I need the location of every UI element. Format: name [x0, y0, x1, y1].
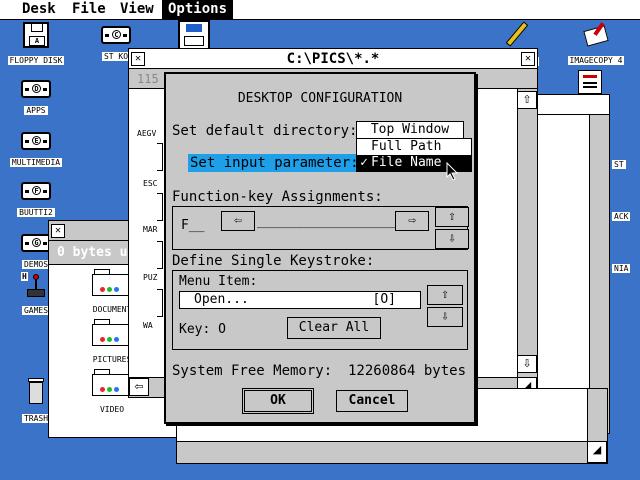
desktop-partial-label: ST [612, 160, 626, 169]
folder-label: DOCUMENT [90, 305, 134, 314]
menu-item-shortcut: [O] [372, 292, 396, 307]
desktop-icon-label: BUUTTI2 [17, 208, 55, 217]
trash-can-icon [26, 378, 46, 406]
desktop-icon-apps[interactable]: D APPS [0, 80, 72, 117]
close-icon[interactable]: ✕ [131, 52, 145, 66]
desktop-icon-label: IMAGECOPY 4 [567, 56, 625, 65]
desktop-partial-label: ACK [612, 212, 631, 221]
keystroke-up-icon[interactable]: ⇧ [427, 285, 463, 305]
function-key-label: Function-key Assignments: [172, 189, 383, 205]
file-item[interactable]: AEGV [137, 129, 156, 138]
checkmark-icon: ✓ [360, 155, 368, 170]
desktop-icon-buutti2[interactable]: F BUUTTI2 [0, 182, 72, 219]
folder-label: VIDEO [97, 405, 127, 414]
keystroke-group: Menu Item: Open... [O] ⇧ ⇩ Key: O Clear … [172, 270, 468, 350]
menu-item-field[interactable]: Open... [O] [179, 291, 421, 309]
desktop-icon-label: DEMOS [21, 260, 51, 269]
folder-icon [92, 269, 132, 297]
joystick-icon: H [21, 272, 51, 298]
close-icon[interactable]: ✕ [51, 224, 65, 238]
function-key-field[interactable]: __________________ [257, 215, 395, 229]
hard-drive-icon: F [21, 182, 51, 200]
key-label: Key: O [179, 322, 226, 337]
default-directory-select[interactable]: Top Window [356, 121, 464, 139]
desktop-icon-label: APPS [24, 106, 48, 115]
hard-drive-icon: D [21, 80, 51, 98]
vertical-scrollbar[interactable]: ⇧ ⇩ [517, 89, 537, 377]
folder-icon [92, 319, 132, 347]
window-titlebar[interactable]: ✕ C:\PICS\*.* ✕ [129, 49, 537, 69]
file-icon-edge [157, 143, 163, 171]
file-icon-edge [157, 193, 163, 221]
menu-desk[interactable]: Desk [16, 0, 62, 19]
system-free-memory-value: 12260864 bytes [348, 363, 467, 379]
file-item[interactable]: PUZ [143, 273, 157, 282]
default-directory-label: Set default directory: [172, 123, 358, 139]
fullscreen-icon[interactable]: ✕ [521, 52, 535, 66]
keystroke-down-icon[interactable]: ⇩ [427, 307, 463, 327]
input-parameter-label: Set input parameter: [188, 154, 361, 172]
menu-bar: Desk File View Options [0, 0, 640, 20]
floppy-disk-icon: A [23, 22, 49, 48]
folder-label: PICTURES [90, 355, 134, 364]
desktop-configuration-dialog: DESKTOP CONFIGURATION Set default direct… [164, 72, 476, 424]
desktop-icon-label: TRASH [21, 414, 51, 423]
ok-button[interactable]: OK [242, 388, 314, 414]
fkey-down-icon[interactable]: ⇩ [435, 229, 469, 249]
single-keystroke-label: Define Single Keystroke: [172, 253, 375, 269]
desktop-icon-label: FLOPPY DISK [7, 56, 65, 65]
function-key-value: F__ [181, 218, 205, 233]
menu-view[interactable]: View [114, 0, 160, 19]
menu-item-value: Open... [194, 292, 249, 307]
folder-icon [92, 369, 132, 397]
desktop-icon-imagecopy[interactable]: IMAGECOPY 4 [560, 22, 632, 67]
clear-all-button[interactable]: Clear All [287, 317, 381, 339]
window-title: C:\PICS\*.* [286, 51, 380, 67]
scroll-up-icon[interactable]: ⇧ [517, 91, 537, 109]
function-key-group: F__ ⇦ __________________ ⇨ ⇧ ⇩ [172, 206, 469, 250]
horizontal-scrollbar[interactable] [177, 441, 587, 463]
file-icon-edge [157, 241, 163, 269]
scroll-left-icon[interactable]: ⇦ [129, 378, 149, 396]
hard-drive-icon: G [21, 234, 51, 252]
vertical-scrollbar[interactable] [589, 115, 609, 433]
fkey-up-icon[interactable]: ⇧ [435, 207, 469, 227]
hard-drive-icon: C [101, 26, 131, 44]
floppy-disk-icon[interactable] [178, 20, 210, 50]
pencil-icon[interactable] [504, 20, 530, 47]
file-item[interactable]: WA [143, 321, 153, 330]
cancel-button[interactable]: Cancel [336, 390, 408, 412]
hard-drive-icon: E [21, 132, 51, 150]
desktop-partial-label: NIA [612, 264, 631, 273]
desktop-icon-label: MULTIMEDIA [9, 158, 63, 167]
file-icon-edge [157, 289, 163, 317]
resize-handle-icon[interactable]: ◢ [587, 441, 607, 463]
file-item[interactable]: MAR [143, 225, 157, 234]
fkey-prev-icon[interactable]: ⇦ [221, 211, 255, 231]
desktop-icon-label: ST KO [101, 52, 131, 61]
menu-options[interactable]: Options [162, 0, 234, 19]
popup-option-full-path[interactable]: Full Path [357, 139, 471, 155]
mouse-pointer-icon [446, 162, 459, 181]
desktop-icon-multimedia[interactable]: E MULTIMEDIA [0, 132, 72, 169]
fkey-next-icon[interactable]: ⇨ [395, 211, 429, 231]
system-free-memory-label: System Free Memory: [172, 363, 333, 379]
desktop-icon-label: GAMES [21, 306, 51, 315]
scroll-down-icon[interactable]: ⇩ [517, 355, 537, 373]
imagecopy-icon [581, 22, 611, 48]
desktop-icon-floppy[interactable]: A FLOPPY DISK [0, 22, 72, 67]
dialog-title: DESKTOP CONFIGURATION [237, 91, 403, 106]
vertical-scrollbar[interactable] [587, 389, 607, 441]
file-item[interactable]: ESC [143, 179, 157, 188]
menu-item-label: Menu Item: [179, 274, 258, 289]
document-icon[interactable] [578, 70, 602, 94]
menu-file[interactable]: File [66, 0, 112, 19]
